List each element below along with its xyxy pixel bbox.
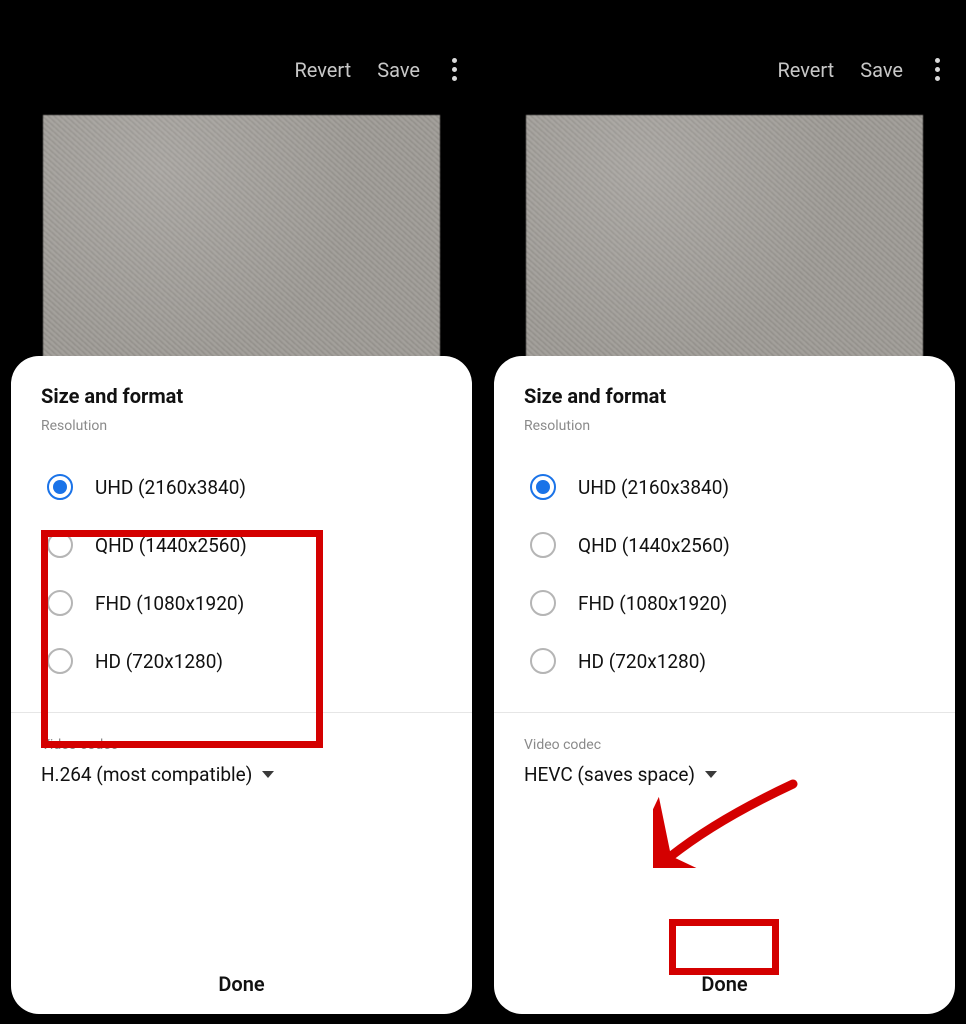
more-options-icon[interactable]: [929, 54, 946, 85]
revert-button[interactable]: Revert: [294, 58, 351, 82]
resolution-options: UHD (2160x3840) QHD (1440x2560) FHD (108…: [41, 458, 442, 690]
screenshot-right: Revert Save Size and format Resolution U…: [483, 0, 966, 1024]
chevron-down-icon: [705, 771, 717, 778]
video-codec-label: Video codec: [41, 737, 442, 753]
resolution-section-label: Resolution: [524, 418, 925, 434]
video-codec-dropdown[interactable]: HEVC (saves space): [524, 763, 925, 786]
resolution-option-fhd[interactable]: FHD (1080x1920): [41, 574, 442, 632]
resolution-options: UHD (2160x3840) QHD (1440x2560) FHD (108…: [524, 458, 925, 690]
chevron-down-icon: [262, 771, 274, 778]
resolution-option-qhd[interactable]: QHD (1440x2560): [524, 516, 925, 574]
resolution-option-uhd[interactable]: UHD (2160x3840): [524, 458, 925, 516]
video-preview: [43, 115, 440, 380]
option-label: HD (720x1280): [95, 650, 223, 673]
option-label: FHD (1080x1920): [578, 592, 727, 615]
codec-value: HEVC (saves space): [524, 763, 695, 786]
top-actions: Revert Save: [294, 54, 463, 85]
option-label: UHD (2160x3840): [95, 476, 246, 499]
more-options-icon[interactable]: [446, 54, 463, 85]
video-codec-dropdown[interactable]: H.264 (most compatible): [41, 763, 442, 786]
done-button[interactable]: Done: [11, 972, 472, 996]
resolution-option-uhd[interactable]: UHD (2160x3840): [41, 458, 442, 516]
radio-icon: [47, 474, 73, 500]
radio-icon: [530, 648, 556, 674]
resolution-option-qhd[interactable]: QHD (1440x2560): [41, 516, 442, 574]
sheet-title: Size and format: [524, 384, 925, 408]
codec-value: H.264 (most compatible): [41, 763, 252, 786]
resolution-option-hd[interactable]: HD (720x1280): [524, 632, 925, 690]
save-button[interactable]: Save: [860, 58, 903, 82]
resolution-section-label: Resolution: [41, 418, 442, 434]
option-label: QHD (1440x2560): [95, 534, 247, 557]
video-codec-label: Video codec: [524, 737, 925, 753]
radio-icon: [530, 590, 556, 616]
size-format-sheet: Size and format Resolution UHD (2160x384…: [11, 356, 472, 1014]
save-button[interactable]: Save: [377, 58, 420, 82]
option-label: UHD (2160x3840): [578, 476, 729, 499]
radio-icon: [530, 532, 556, 558]
radio-icon: [47, 532, 73, 558]
revert-button[interactable]: Revert: [777, 58, 834, 82]
status-bar: [483, 0, 966, 54]
resolution-option-fhd[interactable]: FHD (1080x1920): [524, 574, 925, 632]
option-label: QHD (1440x2560): [578, 534, 730, 557]
radio-icon: [47, 590, 73, 616]
radio-icon: [530, 474, 556, 500]
sheet-title: Size and format: [41, 384, 442, 408]
top-actions: Revert Save: [777, 54, 946, 85]
done-button[interactable]: Done: [494, 972, 955, 996]
video-preview: [526, 115, 923, 380]
screenshot-left: Revert Save Size and format Resolution U…: [0, 0, 483, 1024]
status-bar: [0, 0, 483, 54]
option-label: HD (720x1280): [578, 650, 706, 673]
resolution-option-hd[interactable]: HD (720x1280): [41, 632, 442, 690]
option-label: FHD (1080x1920): [95, 592, 244, 615]
radio-icon: [47, 648, 73, 674]
size-format-sheet: Size and format Resolution UHD (2160x384…: [494, 356, 955, 1014]
